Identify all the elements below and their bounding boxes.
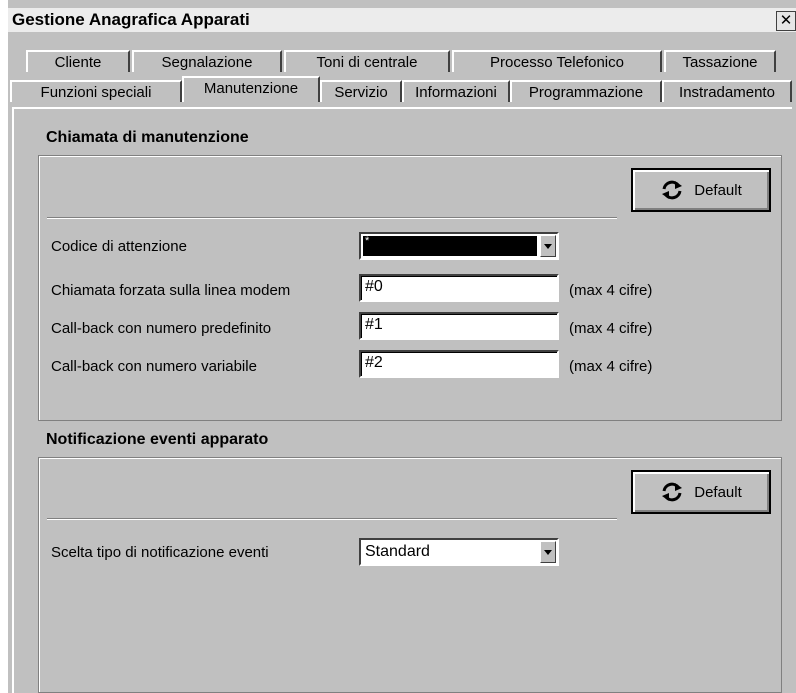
section-title-chiamata: Chiamata di manutenzione: [46, 129, 249, 146]
label-codice-attenzione: Codice di attenzione: [51, 238, 187, 255]
tab-cliente[interactable]: Cliente: [26, 50, 130, 72]
section-box-chiamata: Default Codice di attenzione * Chiamata …: [38, 155, 782, 421]
tab-programmazione[interactable]: Programmazione: [510, 80, 662, 102]
hint-chiamata-forzata: (max 4 cifre): [569, 282, 653, 299]
label-chiamata-forzata: Chiamata forzata sulla linea modem: [51, 282, 291, 299]
tab-tassazione[interactable]: Tassazione: [664, 50, 776, 72]
window-title: Gestione Anagrafica Apparati: [12, 10, 250, 29]
label-scelta-notificazione: Scelta tipo di notificazione eventi: [51, 544, 269, 561]
callback-predefinito-input[interactable]: #1: [359, 312, 559, 340]
divider: [47, 518, 617, 520]
codice-attenzione-select[interactable]: *: [359, 232, 559, 260]
default-button-notificazione[interactable]: Default: [631, 470, 771, 514]
codice-attenzione-value: *: [363, 236, 537, 256]
divider: [47, 217, 617, 219]
title-bar: Gestione Anagrafica Apparati ✕: [8, 8, 796, 32]
default-button-label: Default: [694, 181, 742, 199]
chevron-down-icon[interactable]: [540, 235, 556, 257]
tab-processo-telefonico[interactable]: Processo Telefonico: [452, 50, 662, 72]
notificazione-value: Standard: [365, 543, 430, 560]
tab-manutenzione[interactable]: Manutenzione: [182, 76, 320, 102]
callback-variabile-input[interactable]: #2: [359, 350, 559, 378]
chevron-down-icon[interactable]: [540, 541, 556, 563]
section-title-notificazione: Notificazione eventi apparato: [46, 431, 269, 448]
refresh-icon: [662, 180, 683, 200]
default-button-chiamata[interactable]: Default: [631, 168, 771, 212]
tab-instradamento[interactable]: Instradamento: [662, 80, 792, 102]
label-callback-predefinito: Call-back con numero predefinito: [51, 320, 272, 337]
refresh-icon: [662, 482, 683, 502]
tab-informazioni[interactable]: Informazioni: [402, 80, 510, 102]
hint-callback-variabile: (max 4 cifre): [569, 358, 653, 375]
chiamata-forzata-input[interactable]: #0: [359, 274, 559, 302]
main-window: Gestione Anagrafica Apparati ✕ Cliente S…: [8, 0, 796, 693]
hint-callback-predefinito: (max 4 cifre): [569, 320, 653, 337]
tab-funzioni-speciali[interactable]: Funzioni speciali: [10, 80, 182, 102]
default-button-label: Default: [694, 483, 742, 501]
tab-segnalazione[interactable]: Segnalazione: [132, 50, 282, 72]
notificazione-select[interactable]: Standard: [359, 538, 559, 566]
tab-toni-di-centrale[interactable]: Toni di centrale: [284, 50, 450, 72]
label-callback-variabile: Call-back con numero variabile: [51, 358, 257, 375]
tab-servizio[interactable]: Servizio: [320, 80, 402, 102]
section-box-notificazione: Default Scelta tipo di notificazione eve…: [38, 457, 782, 693]
close-button[interactable]: ✕: [776, 11, 796, 31]
tab-panel-manutenzione: Chiamata di manutenzione Default Codice …: [12, 107, 792, 693]
